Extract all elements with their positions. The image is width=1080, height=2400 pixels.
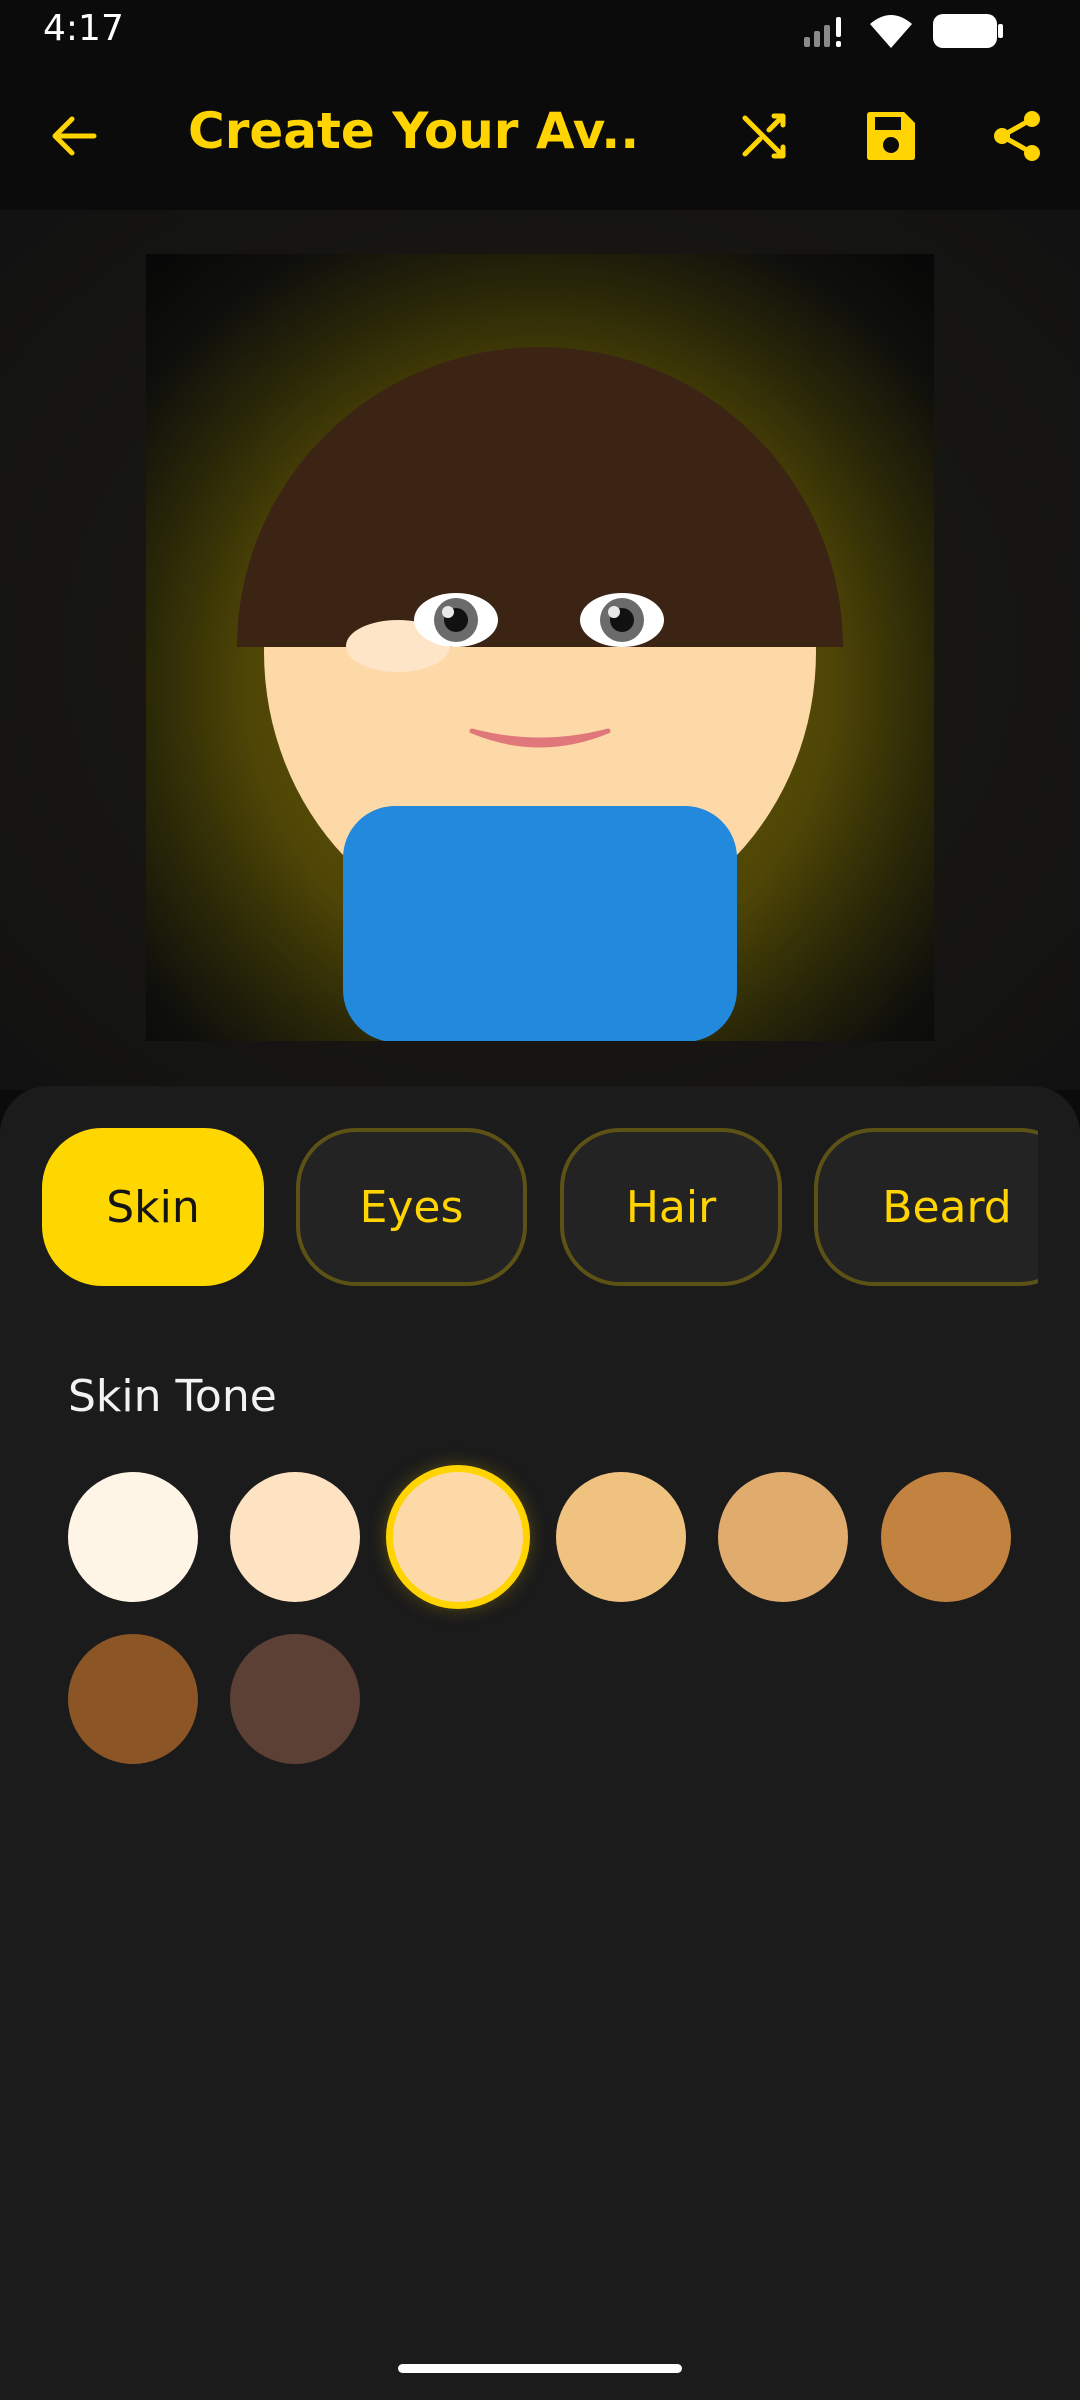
save-button[interactable] [843,88,939,184]
save-icon [867,112,915,160]
skin-tone-swatch[interactable] [718,1472,848,1602]
avatar-left-eye [414,593,498,647]
avatar-shirt [343,806,737,1041]
status-icons [802,12,1004,50]
skin-tone-swatch[interactable] [881,1472,1011,1602]
tab-skin[interactable]: Skin [42,1128,264,1286]
skin-tone-swatch[interactable] [230,1472,360,1602]
tab-beard[interactable]: Beard [814,1128,1038,1286]
page-title: Create Your Av... [188,102,638,160]
skin-tone-swatch-selected[interactable] [393,1472,523,1602]
skin-tone-swatch[interactable] [68,1634,198,1764]
skin-tone-swatch[interactable] [68,1472,198,1602]
skin-tone-swatch[interactable] [556,1472,686,1602]
status-bar: 4:17 [0,0,1080,62]
section-title: Skin Tone [68,1371,277,1422]
cellular-signal-icon [804,17,841,47]
share-button[interactable] [969,88,1065,184]
back-button[interactable] [26,88,122,184]
randomize-button[interactable] [717,88,813,184]
shuffle-icon [742,113,786,159]
battery-icon [933,14,1003,48]
status-time: 4:17 [43,8,124,49]
wifi-icon [870,15,912,48]
tab-label: Eyes [359,1181,464,1233]
category-tabs: Skin Eyes Hair Beard [42,1128,1038,1288]
tab-hair[interactable]: Hair [560,1128,782,1286]
arrow-left-icon [52,116,97,156]
avatar-right-eye [580,593,664,647]
share-icon [994,111,1040,161]
avatar-illustration [237,347,843,1041]
avatar-preview-area [0,210,1080,1090]
tab-eyes[interactable]: Eyes [296,1128,527,1286]
avatar-hair [237,347,843,647]
tab-label: Skin [106,1181,200,1233]
skin-tone-swatch[interactable] [230,1634,360,1764]
tab-label: Hair [625,1181,717,1233]
avatar-preview [146,254,934,1041]
tab-label: Beard [882,1181,1012,1233]
home-indicator[interactable] [398,2364,682,2373]
customization-panel: Skin Eyes Hair Beard Skin Tone [0,1086,1080,2400]
app-bar: Create Your Av... [0,62,1080,210]
